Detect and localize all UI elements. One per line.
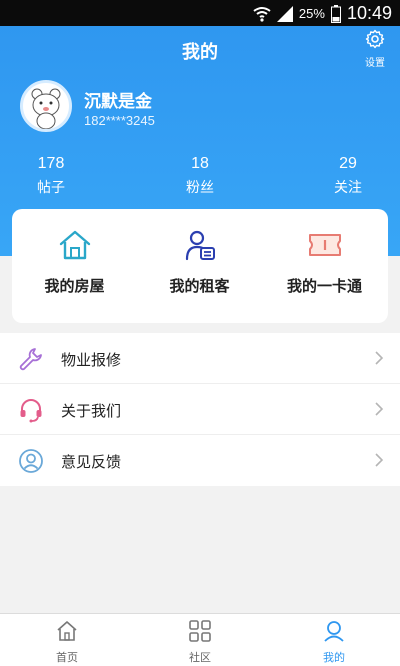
signal-icon: [276, 5, 293, 22]
clock: 10:49: [346, 3, 392, 23]
stat-value: 29: [339, 155, 357, 172]
settings-label: 设置: [365, 58, 385, 69]
gear-icon: [365, 29, 385, 49]
my-house-button[interactable]: 我的房屋: [12, 209, 137, 323]
menu-item-feedback[interactable]: 意见反馈: [0, 435, 400, 486]
bear-avatar-icon: [31, 88, 61, 129]
wrench-icon: [19, 348, 42, 371]
page-title: 我的: [182, 42, 218, 63]
stat-following[interactable]: 29 关注: [308, 155, 388, 197]
my-tenant-button[interactable]: 我的租客: [137, 209, 262, 323]
stat-value: 18: [191, 155, 209, 172]
shortcut-card: 我的房屋 我的租客 我的一卡通: [12, 209, 388, 323]
username: 沉默是金: [84, 92, 152, 112]
chevron-right-icon: [375, 453, 384, 467]
shortcut-label: 我的房屋: [44, 277, 105, 295]
stats-row: 178 帖子 18 粉丝 29 关注: [0, 155, 400, 203]
stat-fans[interactable]: 18 粉丝: [160, 155, 240, 197]
stat-label: 帖子: [37, 180, 65, 196]
tab-mine[interactable]: 我的: [294, 614, 374, 666]
house-icon: [59, 230, 91, 260]
grid-icon: [189, 620, 211, 642]
tab-community[interactable]: 社区: [160, 614, 240, 666]
stat-label: 关注: [334, 180, 362, 196]
avatar[interactable]: [20, 80, 72, 132]
status-bar: 25% 10:49: [0, 0, 400, 26]
menu-item-repair[interactable]: 物业报修: [0, 333, 400, 384]
stat-label: 粉丝: [186, 180, 214, 196]
menu-label: 关于我们: [61, 402, 122, 420]
home-icon: [57, 621, 77, 641]
stat-posts[interactable]: 178 帖子: [11, 155, 91, 197]
battery-icon: [330, 4, 341, 23]
shortcut-label: 我的租客: [169, 277, 230, 295]
tab-home[interactable]: 首页: [27, 614, 107, 666]
phone-number: 182****3245: [84, 113, 155, 128]
user-circle-icon: [19, 449, 43, 473]
menu-item-about[interactable]: 关于我们: [0, 384, 400, 435]
tab-label: 社区: [189, 651, 211, 664]
status-icons: 25% 10:49: [253, 3, 392, 24]
menu-label: 物业报修: [61, 351, 122, 369]
user-icon: [324, 621, 344, 642]
my-card-button[interactable]: 我的一卡通: [262, 209, 387, 323]
chevron-right-icon: [375, 402, 384, 416]
headset-icon: [20, 399, 42, 423]
tab-label: 首页: [56, 651, 78, 664]
card-icon: [309, 234, 341, 256]
tenant-icon: [185, 230, 215, 261]
menu-list: 物业报修 关于我们 意见反馈: [0, 333, 400, 486]
shortcut-label: 我的一卡通: [286, 277, 362, 295]
chevron-right-icon: [375, 351, 384, 365]
battery-percent: 25%: [298, 6, 325, 21]
tab-label: 我的: [323, 651, 345, 664]
bottom-tab-bar: 首页 社区 我的: [0, 613, 400, 666]
wifi-icon: [253, 6, 271, 22]
stat-value: 178: [37, 155, 65, 172]
settings-button[interactable]: 设置: [360, 29, 390, 69]
menu-label: 意见反馈: [61, 453, 122, 471]
